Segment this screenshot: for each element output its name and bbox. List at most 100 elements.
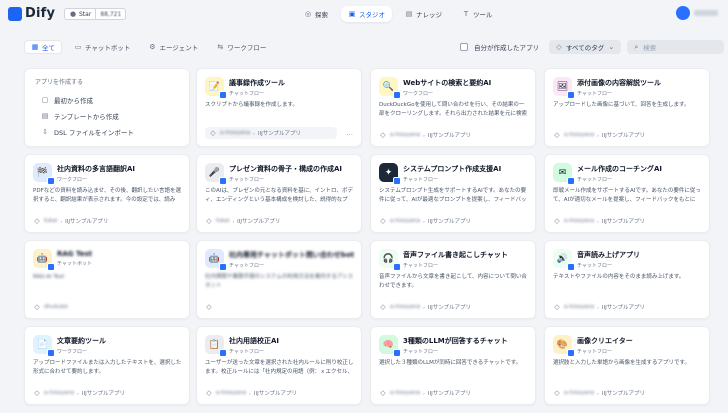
- app-tags[interactable]: ◇ a-hisoyana, IIJサンプルアプリ: [205, 389, 297, 397]
- app-glyph-icon: ✉: [558, 167, 567, 178]
- app-tag-blurred: fukai: [44, 218, 58, 224]
- app-type-badge-icon: [47, 349, 55, 357]
- create-from-scratch[interactable]: ▢ 最初から作成: [35, 92, 179, 108]
- app-type: チャットフロー: [403, 349, 438, 355]
- app-tags[interactable]: ◇ a-hisoyana, IIJサンプルアプリ: [379, 303, 471, 311]
- app-description: 選択肢と入力した単語から画像を生成するアプリです。: [553, 360, 690, 366]
- app-type-badge-icon: [47, 177, 55, 185]
- app-tag-blurred: a-hisoyana: [564, 132, 595, 138]
- github-star-button[interactable]: ● Star 88,721: [64, 8, 127, 20]
- app-tags[interactable]: ◇ a-hisoyana, IIJサンプルアプリ: [553, 303, 645, 311]
- app-description: ユーザーが送った文章を選択された社内ルールに則り校正します。校正ルールには「社内…: [205, 360, 354, 375]
- nav-tools[interactable]: T ツール: [455, 6, 500, 22]
- app-tags[interactable]: ◇ a-hisoyana, IIJサンプルアプリ: [379, 389, 471, 397]
- app-card-header: 🤖 RAG Test チャットボット: [33, 249, 93, 271]
- app-type: チャットフロー: [577, 349, 612, 355]
- app-type: チャットフロー: [577, 91, 612, 97]
- logo-mark-icon: [8, 6, 22, 21]
- tag-icon: ◇: [206, 216, 212, 225]
- app-tag-blurred: a-hisoyana: [44, 390, 75, 396]
- app-type-badge-icon: [219, 349, 227, 357]
- app-tag-blurred: a-hisoyana: [390, 390, 421, 396]
- tab-all[interactable]: ▦ 全て: [24, 40, 62, 54]
- tag-icon: ◇: [554, 388, 560, 397]
- app-description: DuckDuckGoを使用して問い合わせを行い、その結果の一部をクローリングしま…: [379, 102, 527, 117]
- app-tag-label: IIJサンプルアプリ: [601, 305, 646, 311]
- file-plus-icon: ▢: [41, 95, 49, 104]
- tab-agent[interactable]: ⚙ エージェント: [142, 40, 204, 54]
- create-item-label: テンプレートから作成: [54, 113, 119, 121]
- app-glyph-icon: 🔊: [556, 253, 569, 264]
- app-description: このAIは、プレゼンの元となる資料を基に、イントロ、ボディ、エンディングという基…: [205, 188, 354, 203]
- user-menu[interactable]: [676, 6, 718, 20]
- app-glyph-icon: 🏁: [36, 167, 49, 178]
- dify-logo[interactable]: Dify: [8, 6, 55, 21]
- nav-knowledge[interactable]: ▤ ナレッジ: [398, 6, 449, 22]
- app-type: チャットフロー: [577, 263, 612, 269]
- app-card[interactable]: 🎧 音声ファイル書き起こしチャット チャットフロー 音声ファイルから文章を書き起こして…: [370, 240, 536, 319]
- app-card[interactable]: 📋 社内用語校正AI チャットフローユーザーが送った文章を選択された社内ルールに則り…: [196, 326, 362, 405]
- tag-icon: ◇: [34, 216, 40, 225]
- app-tag: ,: [60, 218, 63, 224]
- app-card[interactable]: 🔍 Webサイトの検索と要約AI ワークフロー DuckDuckGoを使用して問い合わ…: [370, 68, 536, 147]
- tag-icon: ◇: [206, 388, 212, 397]
- tab-chatbot[interactable]: ▭ チャットボット: [68, 40, 136, 54]
- tag-icon: ◇: [210, 128, 216, 137]
- app-card[interactable]: 🔊 音声読み上げアプリ チャットフロー テキストやファイルの内容をそのまま読み上げます…: [544, 240, 710, 319]
- star-count: 88,721: [100, 10, 122, 18]
- app-tags[interactable]: ◇ a-hisoyana, IIJサンプルアプリ: [553, 389, 645, 397]
- app-tags[interactable]: ◇ a-hisoyana, IIJサンプルアプリ: [33, 389, 125, 397]
- app-card[interactable]: 🧠 3種類のLLMが回答するチャット チャットフロー 選択した３種類のLLMが同時に回…: [370, 326, 536, 405]
- create-app-card: アプリを作成する ▢ 最初から作成 ▤ テンプレートから作成 ⇩ DSL ファイルをイ…: [24, 68, 190, 147]
- app-card[interactable]: 🤖 RAG Test チャットボット RAG-Ai Test ◇ dhukube: [24, 240, 190, 319]
- app-tags[interactable]: ◇ fukai, IIJサンプルアプリ: [205, 217, 280, 225]
- app-tag-blurred: a-hisoyana: [564, 304, 595, 310]
- app-icon: 🏁: [33, 163, 55, 185]
- app-card[interactable]: ✉ メール作成のコーチングAI チャットフロー 即戦メール作成をサポートするAIです。…: [544, 154, 710, 233]
- app-tags[interactable]: ◇ fukai, IIJサンプルアプリ: [33, 217, 108, 225]
- app-tag-label: IIJサンプルアプリ: [237, 219, 281, 225]
- app-name: 3種類のLLMが回答するチャット: [403, 337, 508, 345]
- search-placeholder: 検索: [643, 44, 657, 52]
- nav-studio[interactable]: ▣ スタジオ: [341, 6, 392, 22]
- filters: 自分が作成したアプリ ◇ すべてのタグ ⌄ ⌕ 検索: [460, 40, 725, 54]
- app-card[interactable]: 🎤 プレゼン資料の骨子・構成の作成AI チャットフロー このAIは、プレゼンの元となる…: [196, 154, 362, 233]
- import-dsl-file[interactable]: ⇩ DSL ファイルをインポート: [35, 124, 179, 140]
- workflow-icon: ⇆: [217, 42, 224, 51]
- app-tags[interactable]: ◇ a-hisoyana, IIJサンプルアプリ: [205, 127, 337, 139]
- app-glyph-icon: 🧠: [382, 339, 395, 350]
- app-tag: ,: [423, 390, 425, 396]
- studio-icon: ▣: [348, 9, 356, 18]
- app-name: 文章要約ツール: [57, 337, 106, 345]
- tab-workflow[interactable]: ⇆ ワークフロー: [210, 40, 272, 54]
- app-card[interactable]: 🤖 社内専用チャットボット問い合わせbot チャットフロー 社内規程や業務手順のシステ…: [196, 240, 362, 319]
- app-tags[interactable]: ◇: [205, 303, 216, 311]
- app-card[interactable]: 🎨 画像クリエイター チャットフロー 選択肢と入力した単語から画像を生成するアプリです…: [544, 326, 710, 405]
- search-input[interactable]: ⌕ 検索: [627, 40, 725, 54]
- app-tags[interactable]: ◇ dhukube: [33, 303, 68, 311]
- app-card[interactable]: 🏁 社内資料の多言語翻訳AI ワークフロー PDFなどの資料を読み込ませ、その後、翻訳…: [24, 154, 190, 233]
- app-tags[interactable]: ◇ a-hisoyana, IIJサンプルアプリ: [379, 217, 471, 225]
- app-card[interactable]: 🖼 添付画像の内容解説ツール チャットフロー アップロードした画像に基づいて、回答を生…: [544, 68, 710, 147]
- tag-icon: ◇: [554, 302, 560, 311]
- create-from-template[interactable]: ▤ テンプレートから作成: [35, 108, 179, 124]
- app-tags[interactable]: ◇ a-hisoyana, IIJサンプルアプリ: [379, 131, 471, 139]
- tag-filter-select[interactable]: ◇ すべてのタグ ⌄: [549, 40, 622, 54]
- tag-icon: ◇: [380, 388, 386, 397]
- more-options-icon[interactable]: ···: [346, 131, 353, 139]
- app-type-badge-icon: [567, 263, 575, 271]
- app-tags[interactable]: ◇ a-hisoyana, IIJサンプルアプリ: [553, 131, 645, 139]
- app-tag-label: IIJサンプルアプリ: [427, 305, 472, 311]
- app-name: 社内資料の多言語翻訳AI: [57, 165, 136, 173]
- app-card[interactable]: 📝 議事録作成ツール チャットフロー スクリプトから議事録を作成します。 ◇ a-hiso…: [196, 68, 362, 147]
- app-name: RAG Test: [57, 250, 93, 258]
- app-type: チャットボット: [57, 261, 92, 267]
- app-card-header: 📋 社内用語校正AI チャットフロー: [205, 335, 279, 357]
- app-type: チャットフロー: [229, 349, 264, 355]
- app-card[interactable]: 📄 文章要約ツール ワークフロー アップロードファイルまたは入力したテキストを、選択し…: [24, 326, 190, 405]
- app-tags[interactable]: ◇ a-hisoyana, IIJサンプルアプリ: [553, 217, 645, 225]
- created-by-me-checkbox[interactable]: [460, 43, 468, 51]
- app-tag-label: IIJサンプルアプリ: [427, 391, 472, 397]
- app-card[interactable]: ✦ システムプロンプト作成支援AI チャットフロー システムプロンプト生成をサポートす…: [370, 154, 536, 233]
- nav-explore[interactable]: ◎ 探索: [297, 6, 335, 22]
